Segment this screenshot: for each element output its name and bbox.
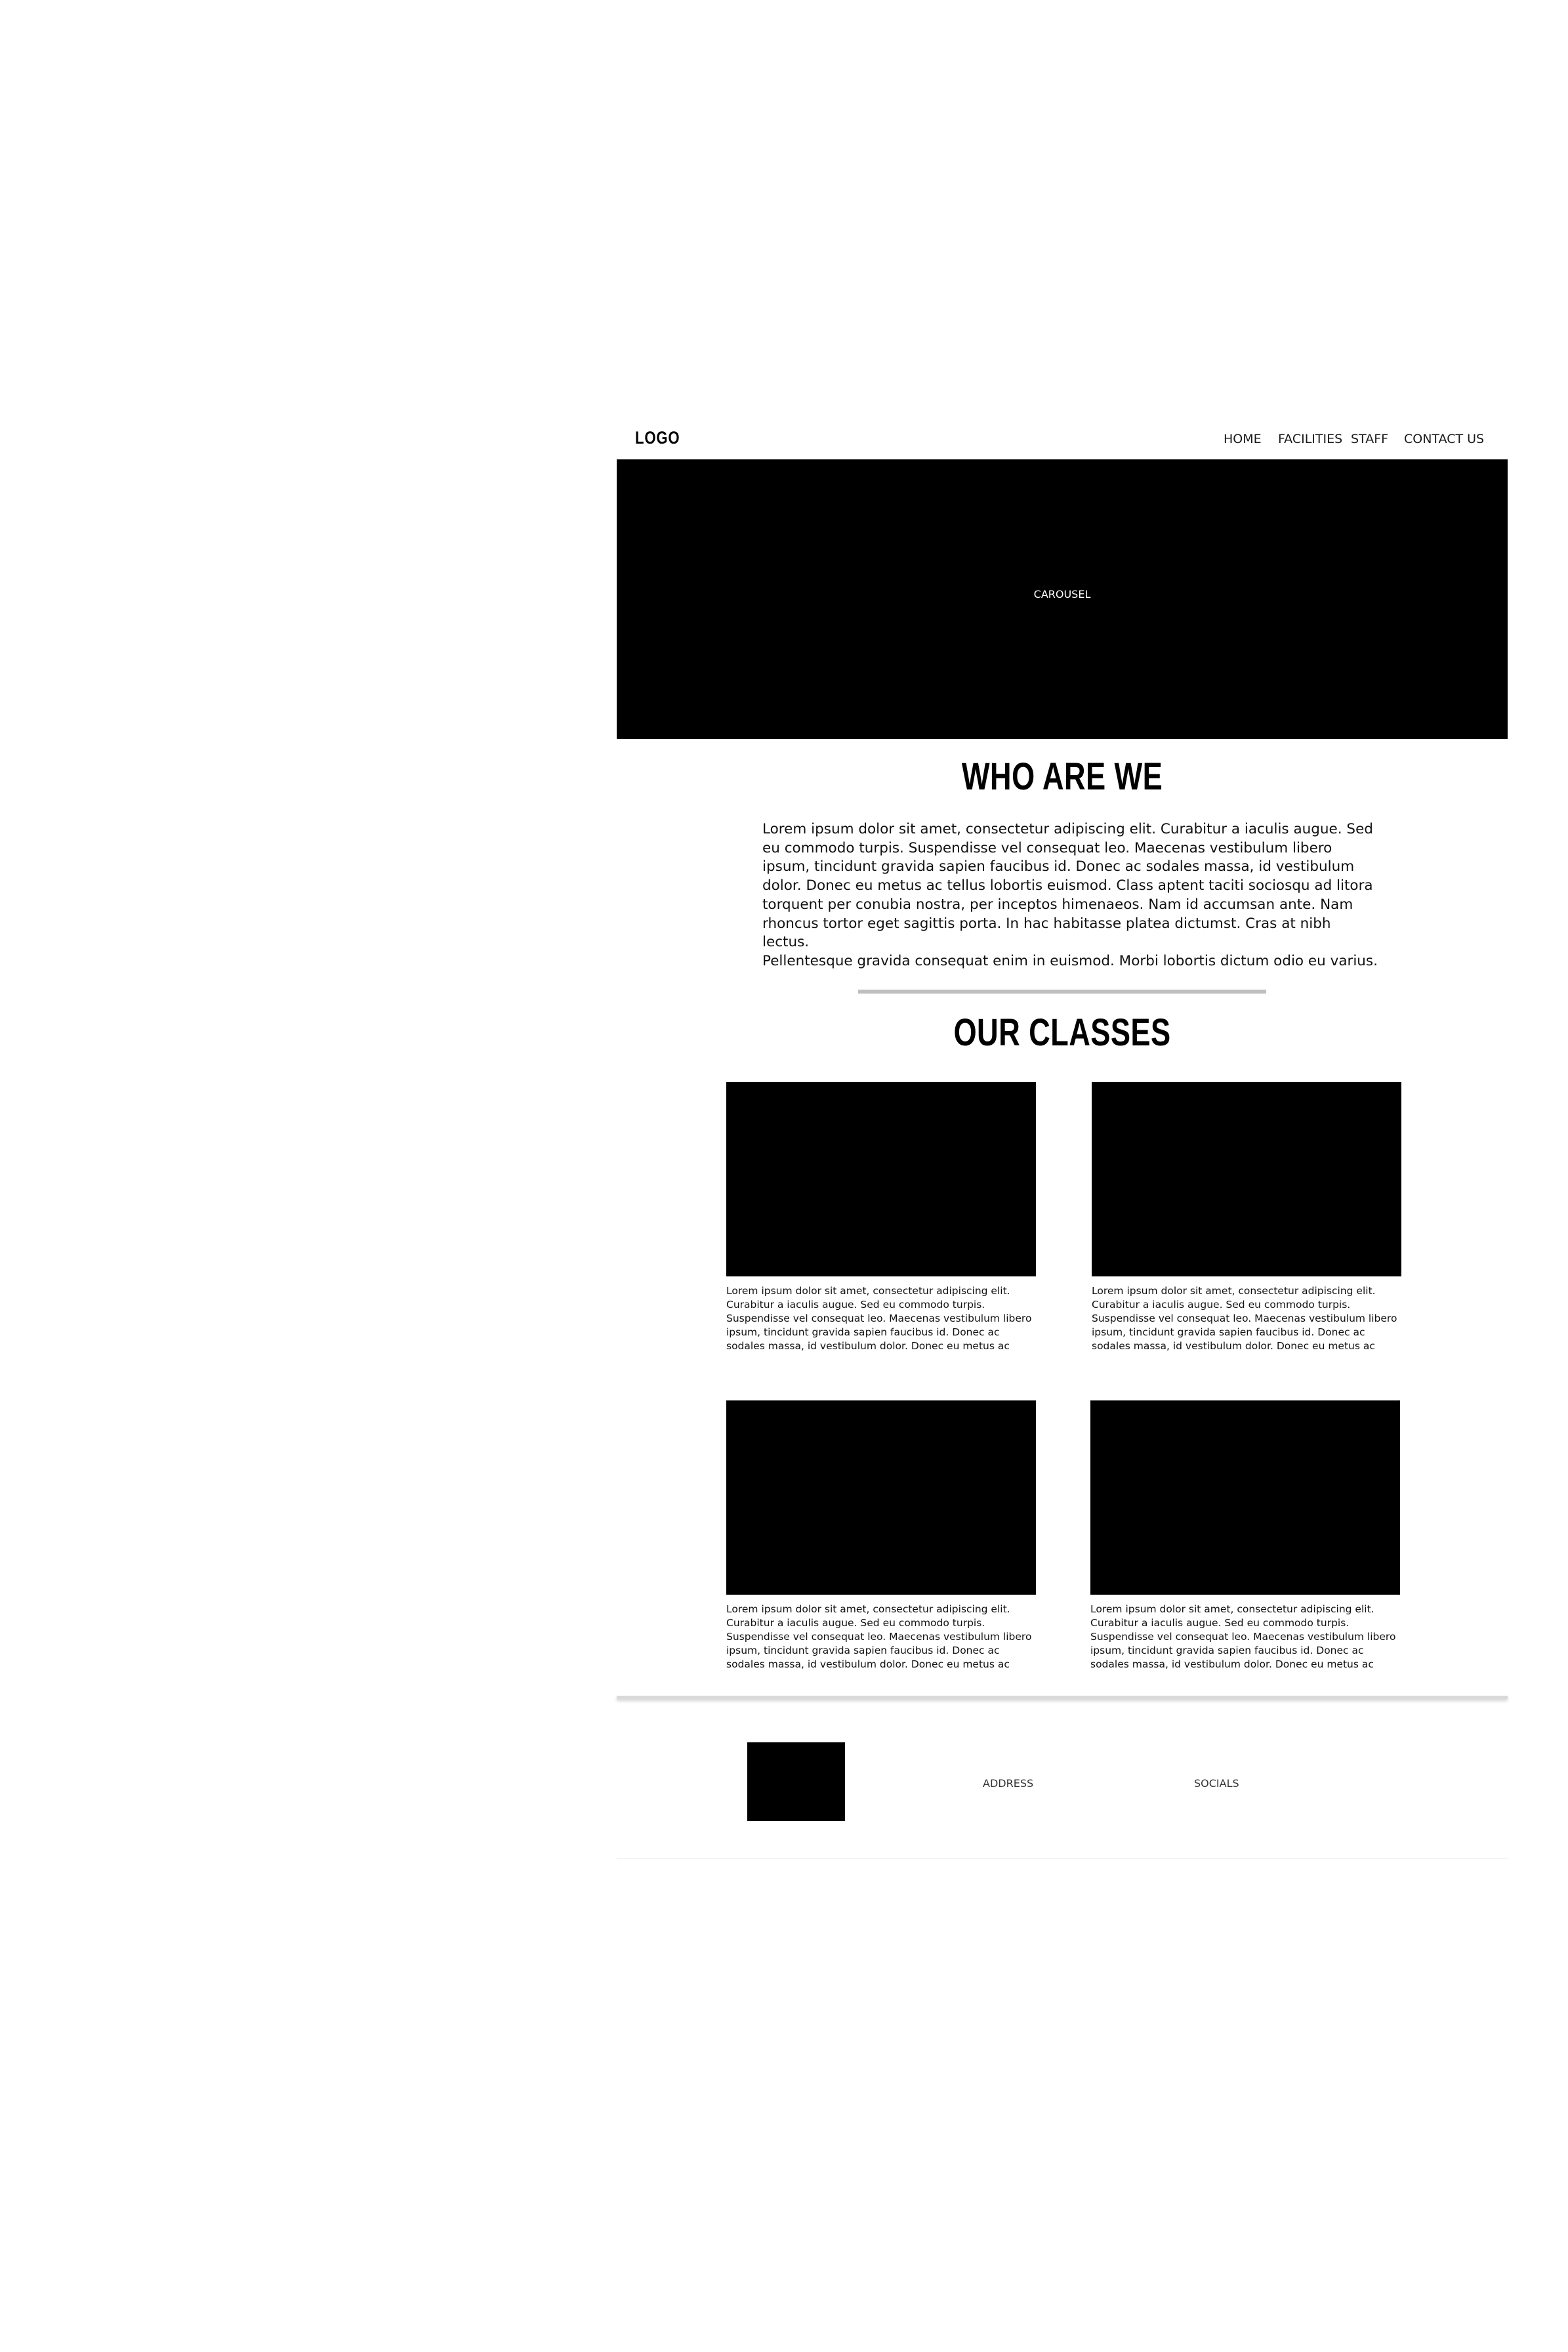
top-navigation-bar: LOGO HOME FACILITIES STAFF CONTACT US — [617, 425, 1508, 459]
about-line: rhoncus tortor eget sagittis porta. In h… — [762, 915, 1331, 951]
hero-carousel[interactable]: CAROUSEL — [617, 459, 1508, 739]
class-card-description: Lorem ipsum dolor sit amet, consectetur … — [1092, 1284, 1403, 1355]
nav-home-link[interactable]: HOME — [1224, 432, 1262, 446]
card-line: sodales massa, id vestibulum dolor. Done… — [726, 1340, 1010, 1352]
classes-heading: OUR CLASSES — [953, 1011, 1171, 1054]
footer-logo-image[interactable] — [747, 1742, 845, 1821]
card-line: Curabitur a iaculis augue. Sed eu commod… — [726, 1299, 985, 1311]
wireframe-page: LOGO HOME FACILITIES STAFF CONTACT US CA… — [617, 425, 1508, 1859]
footer-socials-link[interactable]: SOCIALS — [1194, 1777, 1239, 1790]
class-card-description: Lorem ipsum dolor sit amet, consectetur … — [726, 1603, 1037, 1673]
about-line: ipsum, tincidunt gravida sapien faucibus… — [762, 858, 1355, 875]
class-card[interactable]: Lorem ipsum dolor sit amet, consectetur … — [1090, 1400, 1401, 1673]
card-line: Lorem ipsum dolor sit amet, consectetur … — [726, 1285, 1010, 1297]
card-line: ipsum, tincidunt gravida sapien faucibus… — [1092, 1326, 1365, 1338]
card-line: Lorem ipsum dolor sit amet, consectetur … — [1092, 1285, 1376, 1297]
card-line: sodales massa, id vestibulum dolor. Done… — [1090, 1658, 1374, 1670]
about-line: Lorem ipsum dolor sit amet, consectetur … — [762, 821, 1373, 837]
class-card[interactable]: Lorem ipsum dolor sit amet, consectetur … — [1092, 1082, 1403, 1355]
card-line: ipsum, tincidunt gravida sapien faucibus… — [1090, 1645, 1364, 1656]
carousel-label: CAROUSEL — [1033, 588, 1091, 600]
about-line: dolor. Donec eu metus ac tellus lobortis… — [762, 877, 1373, 894]
card-line: Curabitur a iaculis augue. Sed eu commod… — [1090, 1617, 1350, 1629]
nav-staff-link[interactable]: STAFF — [1351, 432, 1388, 446]
nav-contact-us-link[interactable]: CONTACT US — [1404, 432, 1484, 446]
section-divider — [858, 990, 1266, 994]
card-line: ipsum, tincidunt gravida sapien faucibus… — [726, 1326, 1000, 1338]
about-heading: WHO ARE WE — [961, 755, 1163, 798]
class-card[interactable]: Lorem ipsum dolor sit amet, consectetur … — [726, 1400, 1037, 1673]
class-card-image[interactable] — [1090, 1400, 1400, 1595]
footer-divider — [617, 1696, 1508, 1699]
nav-facilities-link[interactable]: FACILITIES — [1278, 432, 1342, 446]
card-line: Suspendisse vel consequat leo. Maecenas … — [726, 1631, 1032, 1643]
class-card-image[interactable] — [726, 1400, 1036, 1595]
card-line: Suspendisse vel consequat leo. Maecenas … — [1092, 1312, 1397, 1324]
footer-address-link[interactable]: ADDRESS — [983, 1777, 1033, 1790]
class-card-image[interactable] — [726, 1082, 1036, 1276]
card-line: sodales massa, id vestibulum dolor. Done… — [1092, 1340, 1375, 1352]
about-line: torquent per conubia nostra, per incepto… — [762, 896, 1353, 913]
about-line: eu commodo turpis. Suspendisse vel conse… — [762, 839, 1332, 856]
card-line: Curabitur a iaculis augue. Sed eu commod… — [1092, 1299, 1351, 1311]
card-line: Curabitur a iaculis augue. Sed eu commod… — [726, 1617, 985, 1629]
card-line: Lorem ipsum dolor sit amet, consectetur … — [726, 1603, 1010, 1615]
footer-bottom-border — [617, 1858, 1508, 1859]
class-card-image[interactable] — [1092, 1082, 1401, 1276]
class-card-description: Lorem ipsum dolor sit amet, consectetur … — [726, 1284, 1037, 1355]
class-card[interactable]: Lorem ipsum dolor sit amet, consectetur … — [726, 1082, 1037, 1355]
site-logo[interactable]: LOGO — [635, 428, 680, 448]
card-line: sodales massa, id vestibulum dolor. Done… — [726, 1658, 1010, 1670]
card-line: Lorem ipsum dolor sit amet, consectetur … — [1090, 1603, 1374, 1615]
about-line: Pellentesque gravida consequat enim in e… — [762, 952, 1378, 969]
about-paragraph: Lorem ipsum dolor sit amet, consectetur … — [762, 820, 1379, 971]
card-line: Suspendisse vel consequat leo. Maecenas … — [1090, 1631, 1396, 1643]
card-line: ipsum, tincidunt gravida sapien faucibus… — [726, 1645, 1000, 1656]
class-card-description: Lorem ipsum dolor sit amet, consectetur … — [1090, 1603, 1401, 1673]
card-line: Suspendisse vel consequat leo. Maecenas … — [726, 1312, 1032, 1324]
